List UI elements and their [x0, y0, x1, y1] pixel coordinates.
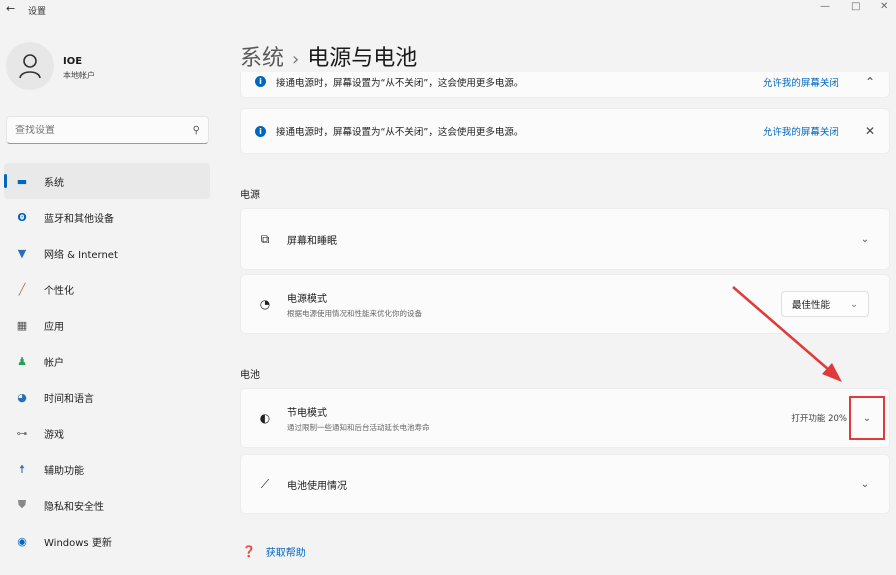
breadcrumb: 系统 › 电源与电池 [240, 40, 417, 72]
search-icon[interactable]: ⚲ [193, 125, 200, 136]
pen-icon: ╱ [18, 282, 26, 296]
search-box[interactable]: ⚲ [6, 116, 209, 144]
chevron-up-icon[interactable]: ⌃ [865, 75, 875, 89]
screen-sleep-title: 屏幕和睡眠 [287, 235, 337, 247]
shield-icon: ⛊ [17, 498, 27, 511]
power-mode-title: 电源模式 [287, 293, 327, 305]
power-mode-row: ◔ 电源模式 根据电源使用情况和性能来优化你的设备 最佳性能 ⌄ [240, 274, 890, 334]
sidebar-item-network[interactable]: ▼ 网络 & Internet [4, 235, 210, 271]
person-icon [19, 54, 41, 79]
battery-saver-title: 节电模式 [287, 407, 327, 419]
power-mode-select[interactable]: 最佳性能 ⌄ [781, 291, 869, 317]
breadcrumb-parent[interactable]: 系统 [240, 46, 284, 71]
get-help-link[interactable]: 获取帮助 [266, 544, 306, 559]
sidebar-item-label: 帐户 [44, 357, 64, 369]
sidebar-item-time-language[interactable]: ◕ 时间和语言 [4, 379, 210, 415]
maximize-button[interactable]: □ [851, 1, 860, 12]
back-arrow-icon[interactable]: ← [6, 2, 15, 15]
allow-screen-off-link[interactable]: 允许我的屏幕关闭 [763, 75, 839, 89]
sidebar-item-accounts[interactable]: ♟ 帐户 [4, 343, 210, 379]
sidebar-item-system[interactable]: ▬ 系统 [4, 163, 210, 199]
info-icon: i [255, 76, 266, 87]
user-name: IOE [63, 56, 83, 67]
chevron-down-icon[interactable]: ⌄ [855, 234, 875, 245]
sidebar-item-accessibility[interactable]: ☨ 辅助功能 [4, 451, 210, 487]
chevron-down-icon[interactable]: ⌄ [855, 479, 875, 490]
minimize-button[interactable]: — [820, 1, 830, 12]
help-icon: ❓ [242, 545, 256, 558]
sidebar-item-personalization[interactable]: ╱ 个性化 [4, 271, 210, 307]
battery-saver-subtitle: 通过限制一些通知和后台活动延长电池寿命 [287, 422, 430, 432]
section-battery-label: 电池 [240, 370, 260, 381]
sidebar-item-label: 网络 & Internet [44, 249, 118, 261]
notice-card-scrolled: i 接通电源时，屏幕设置为“从不关闭”，这会使用更多电源。 允许我的屏幕关闭 ⌃ [240, 72, 890, 98]
power-mode-subtitle: 根据电源使用情况和性能来优化你的设备 [287, 308, 422, 318]
title-bar: ← 设置 — □ ✕ [0, 0, 896, 22]
page-title: 电源与电池 [307, 46, 418, 71]
sidebar-item-windows-update[interactable]: ◉ Windows 更新 [4, 523, 210, 559]
avatar[interactable] [6, 42, 54, 90]
battery-usage-row[interactable]: ⟋ 电池使用情况 ⌄ [240, 454, 890, 514]
help-row: ❓ 获取帮助 [242, 544, 306, 559]
gamepad-icon: ⊶ [16, 426, 28, 440]
sidebar-item-label: Windows 更新 [44, 537, 112, 549]
battery-saver-row[interactable]: ◐ 节电模式 通过限制一些通知和后台活动延长电池寿命 打开功能 20% ⌄ [240, 388, 890, 448]
sidebar-item-privacy[interactable]: ⛊ 隐私和安全性 [4, 487, 210, 523]
sidebar-item-gaming[interactable]: ⊶ 游戏 [4, 415, 210, 451]
info-icon: i [255, 125, 266, 137]
battery-saver-icon: ◐ [259, 411, 271, 425]
sidebar-item-label: 隐私和安全性 [44, 501, 104, 513]
screen-sleep-icon: ⧉ [260, 231, 270, 246]
sidebar-item-label: 时间和语言 [44, 393, 94, 405]
monitor-icon: ▬ [16, 174, 28, 188]
notice-text: 接通电源时，屏幕设置为“从不关闭”，这会使用更多电源。 [276, 77, 524, 89]
wifi-icon: ▼ [17, 246, 27, 260]
search-input[interactable] [15, 124, 193, 136]
notice-card: i 接通电源时，屏幕设置为“从不关闭”，这会使用更多电源。 允许我的屏幕关闭 ✕ [240, 108, 890, 154]
sidebar-item-label: 系统 [44, 177, 64, 189]
apps-icon: ▦ [16, 318, 28, 332]
sidebar-item-label: 游戏 [44, 429, 64, 441]
update-icon: ◉ [17, 534, 27, 548]
person-icon: ♟ [17, 354, 27, 368]
close-icon[interactable]: ✕ [865, 124, 875, 138]
sidebar-item-label: 应用 [44, 321, 64, 333]
allow-screen-off-link[interactable]: 允许我的屏幕关闭 [763, 124, 839, 138]
chart-line-icon: ⟋ [260, 476, 270, 491]
notice-text: 接通电源时，屏幕设置为“从不关闭”，这会使用更多电源。 [276, 127, 524, 138]
breadcrumb-separator: › [292, 49, 300, 70]
sidebar-nav: ▬ 系统 ʘ 蓝牙和其他设备 ▼ 网络 & Internet ╱ 个性化 ▦ 应… [4, 163, 210, 559]
sidebar-item-label: 蓝牙和其他设备 [44, 213, 114, 225]
battery-saver-status: 打开功能 20% [791, 414, 847, 424]
expand-battery-saver-button[interactable]: ⌄ [849, 396, 885, 440]
chevron-down-icon: ⌄ [850, 298, 858, 310]
window-title: 设置 [28, 7, 47, 17]
account-type: 本地帐户 [63, 71, 95, 80]
screen-sleep-row[interactable]: ⧉ 屏幕和睡眠 ⌄ [240, 208, 890, 270]
sidebar-item-label: 辅助功能 [44, 465, 84, 477]
bluetooth-icon: ʘ [17, 210, 27, 224]
battery-usage-title: 电池使用情况 [287, 480, 347, 492]
sidebar-item-label: 个性化 [44, 285, 74, 297]
sidebar-item-apps[interactable]: ▦ 应用 [4, 307, 210, 343]
power-mode-icon: ◔ [259, 297, 271, 311]
sidebar-item-bluetooth[interactable]: ʘ 蓝牙和其他设备 [4, 199, 210, 235]
globe-icon: ◕ [17, 390, 27, 404]
chevron-down-icon: ⌄ [862, 412, 872, 424]
accessibility-icon: ☨ [19, 462, 25, 476]
close-window-button[interactable]: ✕ [880, 1, 888, 12]
power-mode-value: 最佳性能 [792, 300, 831, 311]
section-power-label: 电源 [240, 190, 260, 201]
